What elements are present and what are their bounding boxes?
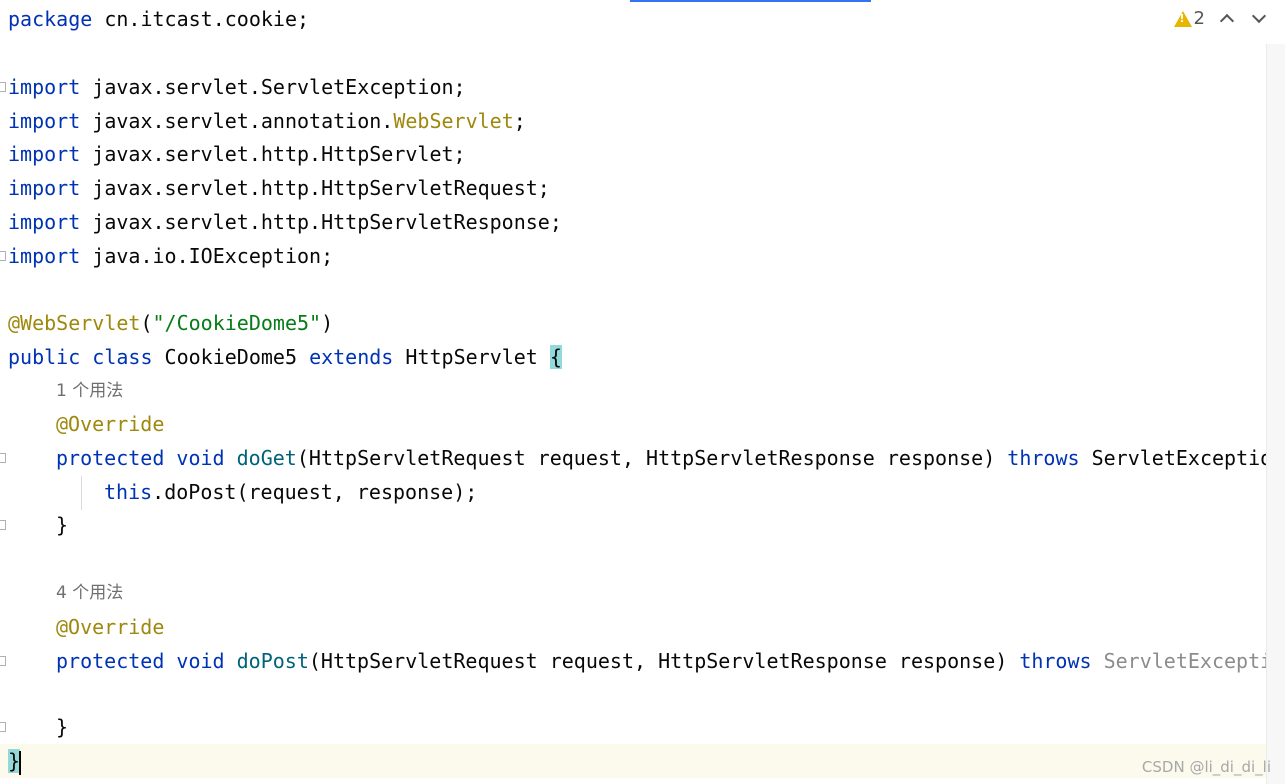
code-line: import javax.servlet.http.HttpServletRes… xyxy=(0,205,1267,239)
code-line: import javax.servlet.http.HttpServletReq… xyxy=(0,171,1267,205)
keyword-token: package xyxy=(8,7,93,31)
usage-hint[interactable]: 1 个用法 xyxy=(56,374,123,408)
chevron-up-icon xyxy=(1219,13,1235,29)
previous-highlight-button[interactable] xyxy=(1217,9,1237,29)
code-text: (HttpServletRequest request, HttpServlet… xyxy=(308,649,1020,673)
code-text: javax.servlet.http.HttpServlet; xyxy=(80,142,466,166)
keyword-token: void xyxy=(176,446,225,470)
keyword-token: throws xyxy=(1019,649,1092,673)
keyword-token: import xyxy=(8,109,81,133)
superclass-name: HttpServlet xyxy=(393,345,550,369)
warning-count: 2 xyxy=(1193,8,1205,29)
code-text: java.io.IOException; xyxy=(80,244,334,268)
current-line: } xyxy=(0,744,1267,778)
keyword-token: class xyxy=(92,345,153,369)
code-line: protected void doPost(HttpServletRequest… xyxy=(0,644,1267,678)
keyword-token: void xyxy=(176,649,225,673)
class-name: CookieDome5 xyxy=(152,345,310,369)
code-line: } xyxy=(0,508,1267,542)
method-name: doPost xyxy=(236,649,309,673)
keyword-token: this xyxy=(104,480,153,504)
next-highlight-button[interactable] xyxy=(1249,8,1269,29)
editor-scrollbar[interactable] xyxy=(1266,44,1285,784)
usage-hint[interactable]: 4 个用法 xyxy=(56,576,123,610)
code-text: ( xyxy=(140,311,153,335)
keyword-token: import xyxy=(8,142,81,166)
code-text: } xyxy=(56,513,69,537)
code-line: import java.io.IOException; xyxy=(0,239,1267,273)
keyword-token: public xyxy=(8,345,81,369)
warning-triangle-icon xyxy=(1173,10,1192,27)
code-text: ServletException xyxy=(1079,446,1267,470)
code-text: ServletExceptio xyxy=(1091,649,1267,673)
fold-marker-icon[interactable] xyxy=(0,251,6,261)
chevron-down-icon xyxy=(1251,8,1267,24)
code-line: this.doPost(request, response); xyxy=(0,475,1267,509)
code-line: protected void doGet(HttpServletRequest … xyxy=(0,441,1267,475)
warning-indicator[interactable]: 2 xyxy=(1173,8,1205,29)
code-line: @Override xyxy=(0,610,1267,644)
code-line: @Override xyxy=(0,407,1267,441)
code-line: import javax.servlet.http.HttpServlet; xyxy=(0,137,1267,171)
annotation-token: @Override xyxy=(56,615,165,639)
watermark: CSDN @li_di_di_li xyxy=(1141,758,1271,776)
code-text: .doPost(request, response); xyxy=(152,480,478,504)
annotation-token: WebServlet xyxy=(393,109,514,133)
annotation-token: @WebServlet xyxy=(8,311,141,335)
code-line: package cn.itcast.cookie; xyxy=(0,2,1267,36)
inspection-widget[interactable]: 2 xyxy=(1173,8,1269,29)
code-text: javax.servlet.ServletException; xyxy=(80,75,466,99)
keyword-token: protected xyxy=(56,649,165,673)
keyword-token: import xyxy=(8,210,81,234)
code-line: import javax.servlet.ServletException; xyxy=(0,70,1267,104)
code-line: } xyxy=(0,710,1267,744)
code-text: ; xyxy=(513,109,526,133)
text-caret xyxy=(19,750,22,775)
keyword-token: protected xyxy=(56,446,165,470)
keyword-token: extends xyxy=(309,345,394,369)
code-text: (HttpServletRequest request, HttpServlet… xyxy=(296,446,1008,470)
code-text: javax.servlet.http.HttpServletResponse; xyxy=(80,210,562,234)
code-text: ) xyxy=(321,311,334,335)
code-text: javax.servlet.http.HttpServletRequest; xyxy=(80,176,550,200)
method-name: doGet xyxy=(236,446,297,470)
annotation-token: @Override xyxy=(56,412,165,436)
code-text: cn.itcast.cookie; xyxy=(92,7,310,31)
keyword-token: import xyxy=(8,244,81,268)
code-line: public class CookieDome5 extends HttpSer… xyxy=(0,340,1267,374)
code-text: javax.servlet.annotation. xyxy=(80,109,394,133)
code-line: @WebServlet("/CookieDome5") xyxy=(0,306,1267,340)
code-text: } xyxy=(56,715,69,739)
keyword-token: import xyxy=(8,75,81,99)
matched-brace: { xyxy=(549,345,562,369)
string-token: "/CookieDome5" xyxy=(152,311,322,335)
code-line: import javax.servlet.annotation.WebServl… xyxy=(0,104,1267,138)
keyword-token: import xyxy=(8,176,81,200)
keyword-token: throws xyxy=(1007,446,1080,470)
code-editor[interactable]: package cn.itcast.cookie; import javax.s… xyxy=(0,0,1267,784)
